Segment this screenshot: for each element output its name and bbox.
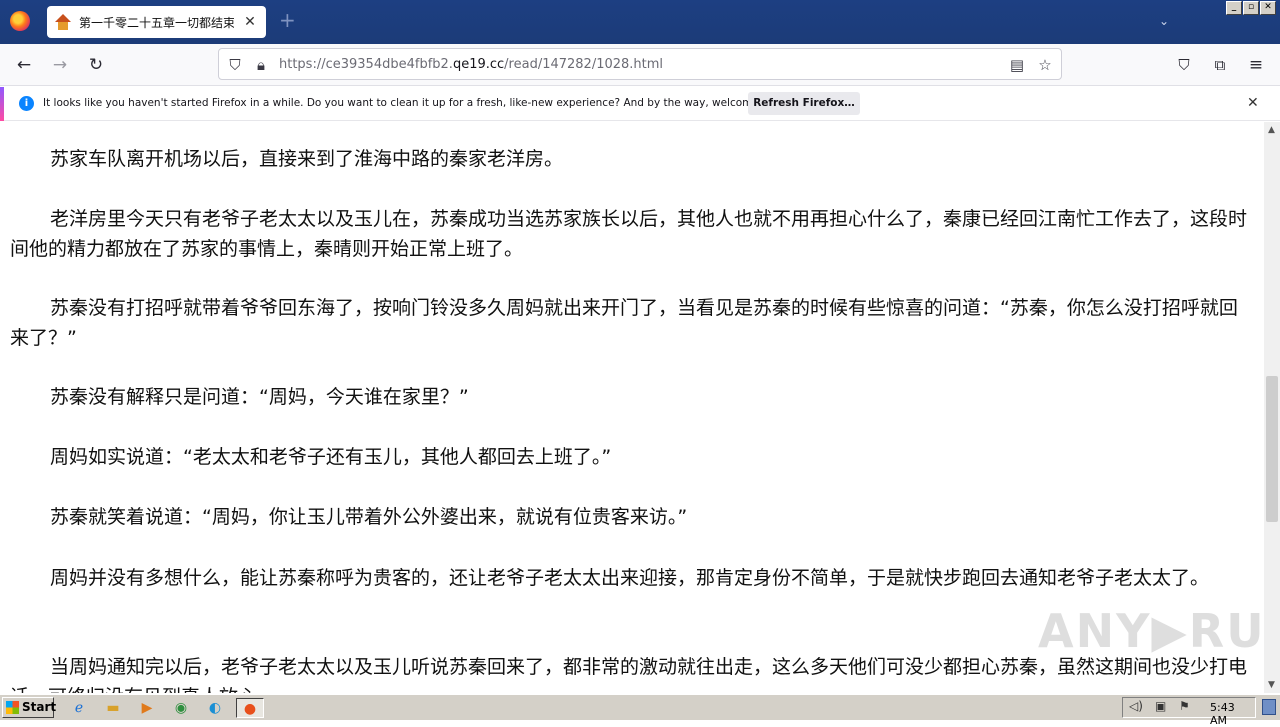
edge-icon[interactable]: ◐	[204, 698, 226, 718]
bookmark-star-icon[interactable]: ☆	[1035, 55, 1055, 75]
scrollbar-thumb[interactable]	[1266, 376, 1278, 522]
paragraph: 周妈并没有多想什么，能让苏秦称呼为贵客的，还让老爷子老太太出来迎接，那肯定身份不…	[50, 567, 1210, 589]
refresh-firefox-button[interactable]: Refresh Firefox…	[748, 92, 860, 115]
lock-icon[interactable]: 🔒︎	[251, 55, 271, 75]
paragraph: 当周妈通知完以后，老爷子老太太以及玉儿听说苏秦回来了，都非常的激动就往出走，这么…	[10, 656, 1248, 693]
clock: 5:43 AM	[1210, 701, 1235, 727]
tab-title: 第一千零二十五章一切都结束了_	[79, 15, 234, 30]
firefox-taskbar-icon[interactable]: ●	[236, 698, 264, 718]
volume-icon[interactable]: ◁)	[1129, 699, 1143, 713]
start-label: Start	[22, 700, 57, 714]
close-window-button[interactable]: ✕	[1260, 1, 1276, 15]
url-prefix: https://ce39354dbe4fbfb2.	[279, 57, 453, 72]
back-icon[interactable]: ←	[13, 54, 35, 76]
reload-icon[interactable]: ↻	[85, 54, 107, 76]
anyrun-watermark: ANY▶RUN	[1038, 604, 1280, 658]
shield-icon[interactable]: ⛉	[225, 55, 245, 75]
url-text[interactable]: https://ce39354dbe4fbfb2.qe19.cc/read/14…	[279, 57, 663, 72]
new-tab-button[interactable]: +	[279, 10, 296, 30]
firefox-icon[interactable]	[10, 11, 30, 31]
notification-close-icon[interactable]: ✕	[1247, 95, 1259, 111]
paragraph: 老洋房里今天只有老爷子老太太以及玉儿在，苏秦成功当选苏家族长以后，其他人也就不用…	[10, 208, 1248, 260]
extensions-icon[interactable]: ⧉	[1209, 54, 1231, 76]
tab-strip: 第一千零二十五章一切都结束了_ ✕ + ⌄ _ ▫ ✕	[0, 0, 1280, 44]
url-bar[interactable]: ⛉ 🔒︎ https://ce39354dbe4fbfb2.qe19.cc/re…	[218, 48, 1062, 80]
ie-icon[interactable]: ℯ	[68, 698, 90, 718]
url-domain: qe19.cc	[452, 57, 505, 72]
explorer-folder-icon[interactable]: ▬	[102, 698, 124, 718]
scroll-down-icon[interactable]: ▼	[1268, 680, 1275, 690]
paragraph: 周妈如实说道：“老太太和老爷子还有玉儿，其他人都回去上班了。”	[50, 446, 612, 468]
taskbar: Start ℯ ▬ ▶ ◉ ◐ ● ◁) ▣ ⚑ 5:43 AM	[0, 694, 1280, 727]
tab-close-icon[interactable]: ✕	[242, 14, 258, 30]
pocket-icon[interactable]: ⛉	[1173, 54, 1195, 76]
vertical-scrollbar[interactable]: ▲ ▼	[1264, 122, 1280, 693]
notification-accent	[0, 87, 4, 121]
chrome-icon[interactable]: ◉	[170, 698, 192, 718]
active-tab[interactable]: 第一千零二十五章一切都结束了_ ✕	[47, 6, 266, 38]
show-desktop-button[interactable]	[1262, 699, 1276, 715]
info-icon: i	[19, 96, 34, 111]
network-icon[interactable]: ▣	[1155, 699, 1166, 713]
windows-logo-icon	[6, 701, 19, 714]
notification-message: It looks like you haven't started Firefo…	[43, 97, 792, 109]
list-all-tabs-icon[interactable]: ⌄	[1159, 14, 1169, 28]
media-player-icon[interactable]: ▶	[136, 698, 158, 718]
window-controls: _ ▫ ✕	[1226, 1, 1276, 15]
house-favicon-icon	[55, 14, 71, 30]
restore-button[interactable]: ▫	[1243, 1, 1259, 15]
forward-icon[interactable]: →	[49, 54, 71, 76]
paragraph: 苏秦就笑着说道：“周妈，你让玉儿带着外公外婆出来，就说有位贵客来访。”	[50, 506, 688, 528]
navigation-bar: ← → ↻ ⛉ 🔒︎ https://ce39354dbe4fbfb2.qe19…	[0, 44, 1280, 86]
notification-bar: i It looks like you haven't started Fire…	[0, 87, 1280, 121]
paragraph: 苏秦没有解释只是问道：“周妈，今天谁在家里？”	[50, 386, 469, 408]
flag-icon[interactable]: ⚑	[1179, 699, 1190, 713]
start-button[interactable]: Start	[2, 697, 57, 718]
scroll-up-icon[interactable]: ▲	[1268, 125, 1275, 135]
menu-icon[interactable]: ≡	[1245, 54, 1267, 76]
system-tray: ◁) ▣ ⚑ 5:43 AM	[1122, 697, 1256, 727]
url-path: /read/147282/1028.html	[504, 57, 664, 72]
paragraph: 苏家车队离开机场以后，直接来到了淮海中路的秦家老洋房。	[50, 148, 564, 170]
reader-view-icon[interactable]: ▤	[1007, 55, 1027, 75]
minimize-button[interactable]: _	[1226, 1, 1242, 15]
paragraph: 苏秦没有打招呼就带着爷爷回东海了，按响门铃没多久周妈就出来开门了，当看见是苏秦的…	[10, 297, 1238, 349]
